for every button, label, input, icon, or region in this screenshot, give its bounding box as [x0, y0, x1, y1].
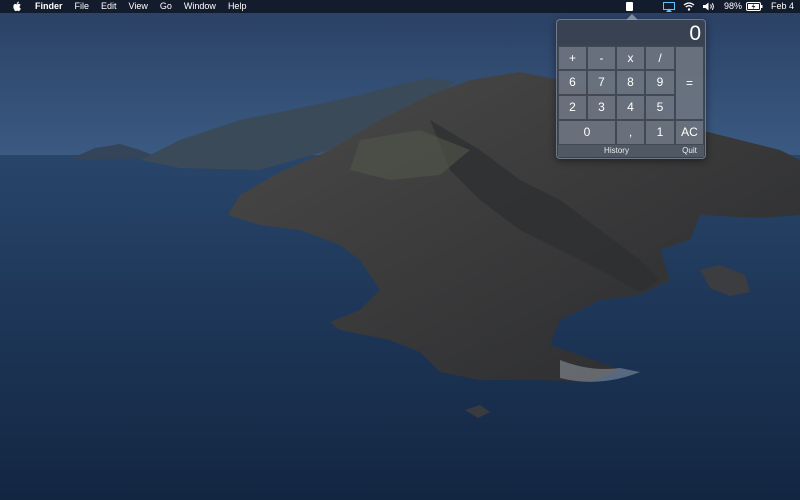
key-0[interactable]: 0: [558, 120, 616, 145]
key-2[interactable]: 2: [558, 95, 587, 120]
menu-window[interactable]: Window: [184, 0, 216, 13]
key-5[interactable]: 5: [645, 95, 675, 120]
display-value: 0: [689, 22, 701, 45]
key-7[interactable]: 7: [587, 70, 616, 95]
key-9[interactable]: 9: [645, 70, 675, 95]
key-equals[interactable]: =: [675, 46, 704, 120]
menu-edit[interactable]: Edit: [101, 0, 117, 13]
menu-file[interactable]: File: [75, 0, 90, 13]
key-multiply[interactable]: x: [616, 46, 645, 70]
battery-percent: 98%: [723, 1, 742, 11]
wifi-icon[interactable]: [683, 2, 695, 11]
key-minus[interactable]: -: [587, 46, 616, 70]
key-1[interactable]: 1: [645, 120, 675, 145]
key-divide[interactable]: /: [645, 46, 675, 70]
calculator-menu-icon[interactable]: [625, 2, 633, 11]
menu-help[interactable]: Help: [228, 0, 247, 13]
key-4[interactable]: 4: [616, 95, 645, 120]
battery-charging-icon[interactable]: [745, 2, 763, 11]
key-6[interactable]: 6: [558, 70, 587, 95]
calculator-display: 0: [559, 22, 703, 45]
key-3[interactable]: 3: [587, 95, 616, 120]
calculator-popover: 0 + - x / 6 7 8 9 2 3 4 5 0 , 1 = AC His…: [556, 14, 706, 159]
quit-button[interactable]: Quit: [675, 145, 704, 157]
key-8[interactable]: 8: [616, 70, 645, 95]
menu-view[interactable]: View: [129, 0, 148, 13]
airplay-icon[interactable]: [662, 1, 675, 12]
key-comma[interactable]: ,: [616, 120, 645, 145]
key-plus[interactable]: +: [558, 46, 587, 70]
key-clear[interactable]: AC: [675, 120, 704, 145]
menu-bar: Finder File Edit View Go Window Help 98%: [0, 0, 800, 13]
menubar-date[interactable]: Feb 4: [771, 0, 794, 13]
menu-go[interactable]: Go: [160, 0, 172, 13]
volume-icon[interactable]: [702, 2, 716, 11]
history-button[interactable]: History: [558, 145, 675, 157]
apple-logo-icon[interactable]: [12, 1, 22, 12]
menu-app-finder[interactable]: Finder: [35, 0, 63, 13]
